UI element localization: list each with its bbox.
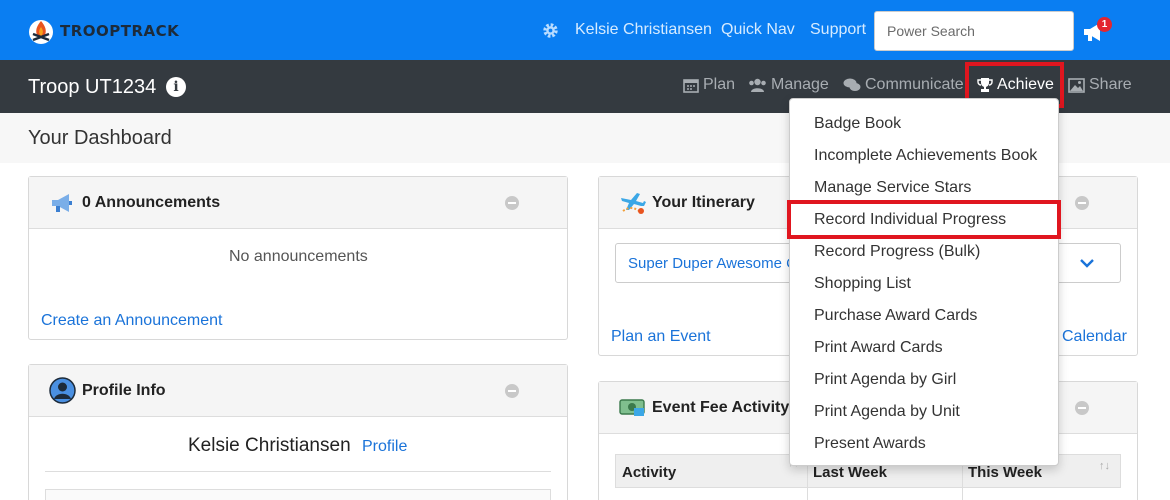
menu-item-purchase-award-cards[interactable]: Purchase Award Cards [814,307,977,325]
logo[interactable]: TROOPTRACK [28,16,179,46]
announcements-title: 0 Announcements [82,194,221,211]
comments-icon [843,78,861,91]
achieve-dropdown-menu: Badge Book Incomplete Achievements Book … [789,98,1059,466]
user-avatar-icon [49,377,76,404]
menu-item-present-awards[interactable]: Present Awards [814,435,926,453]
nav-plan[interactable]: Plan [683,76,735,94]
collapse-icon[interactable] [505,196,519,210]
nav-share[interactable]: Share [1068,76,1132,94]
calendar-icon [683,79,699,93]
column-this-week[interactable]: This Week [968,464,1042,481]
collapse-icon[interactable] [1075,196,1089,210]
nav-manage-label: Manage [771,76,829,93]
itinerary-title: Your Itinerary [652,194,755,211]
collapse-icon[interactable] [505,384,519,398]
menu-item-badge-book[interactable]: Badge Book [814,115,901,133]
event-fee-title: Event Fee Activity [652,399,790,416]
menu-item-incomplete-achievements-book[interactable]: Incomplete Achievements Book [814,147,1037,165]
create-announcement-link[interactable]: Create an Announcement [41,312,222,330]
column-activity[interactable]: Activity [622,464,676,481]
profile-header: Profile Info [29,365,567,417]
menu-item-record-progress-bulk[interactable]: Record Progress (Bulk) [814,243,980,261]
money-icon [619,399,645,416]
selected-event: Super Duper Awesome C [628,255,797,272]
sort-icon[interactable]: ↑↓ [1099,460,1110,472]
collapse-icon[interactable] [1075,401,1089,415]
nav-plan-label: Plan [703,76,736,93]
support-link[interactable]: Support [810,21,866,39]
plan-event-link[interactable]: Plan an Event [611,328,711,346]
menu-item-manage-service-stars[interactable]: Manage Service Stars [814,179,971,197]
troop-name: Troop UT1234 [28,76,157,98]
no-announcements-text: No announcements [229,248,368,265]
logo-text: TROOPTRACK [60,22,180,40]
divider [45,471,551,472]
airplane-itinerary-icon [621,193,646,214]
quick-nav-link[interactable]: Quick Nav [721,21,795,39]
profile-title: Profile Info [82,382,166,399]
nav-share-label: Share [1089,76,1132,93]
menu-item-print-agenda-by-girl[interactable]: Print Agenda by Girl [814,371,956,389]
profile-name: Kelsie Christiansen [188,435,351,456]
power-search-input[interactable] [874,11,1074,51]
menu-item-print-agenda-by-unit[interactable]: Print Agenda by Unit [814,403,960,421]
chevron-down-icon [1080,259,1094,268]
gear-icon[interactable] [542,22,559,39]
user-name-link[interactable]: Kelsie Christiansen [575,21,712,39]
bullhorn-icon [52,194,72,212]
profile-subsection [45,489,551,500]
column-last-week[interactable]: Last Week [813,464,887,481]
nav-communicate[interactable]: Communicate [843,76,964,94]
profile-link[interactable]: Profile [362,438,407,456]
users-icon [749,78,766,92]
campfire-logo-icon [29,20,53,44]
image-icon [1068,77,1085,93]
menu-item-shopping-list[interactable]: Shopping List [814,275,911,293]
record-individual-progress-highlight [787,200,1061,239]
notification-badge: 1 [1097,17,1112,32]
top-bar: TROOPTRACK Kelsie Christiansen Quick Nav… [0,0,1170,60]
announcements-panel: 0 Announcements No announcements Create … [28,176,568,340]
page-title: Your Dashboard [28,127,172,149]
profile-panel: Profile Info Kelsie Christiansen Profile [28,364,568,500]
nav-communicate-label: Communicate [865,76,964,93]
calendar-link[interactable]: Calendar [1062,328,1127,346]
nav-manage[interactable]: Manage [748,76,829,94]
menu-item-print-award-cards[interactable]: Print Award Cards [814,339,943,357]
info-icon[interactable]: i [166,77,186,97]
announcements-header: 0 Announcements [29,177,567,229]
